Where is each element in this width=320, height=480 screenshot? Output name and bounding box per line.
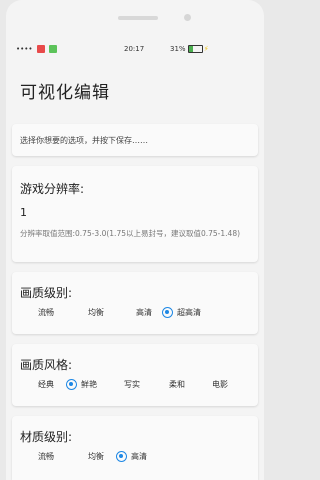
quality-option-hd[interactable]: 高清: [136, 306, 152, 320]
material-radio-selected[interactable]: [116, 451, 127, 462]
style-label: 画质风格:: [20, 358, 73, 372]
quality-label: 画质级别:: [20, 286, 73, 300]
style-option-soft[interactable]: 柔和: [169, 378, 185, 392]
status-left: ••••: [16, 45, 57, 53]
speaker-grille: [118, 16, 158, 20]
material-option-smooth[interactable]: 流畅: [38, 450, 54, 464]
style-radio-selected[interactable]: [66, 379, 77, 390]
sim-icon: [36, 45, 45, 53]
style-option-vivid[interactable]: 鲜艳: [81, 378, 97, 392]
resolution-input[interactable]: 1: [20, 206, 27, 219]
style-option-movie[interactable]: 电影: [212, 378, 228, 392]
material-options: 流畅 均衡 高清: [12, 450, 258, 466]
signal-text: ••••: [16, 45, 33, 53]
status-bar: •••• 20:17 31% ⚡: [6, 42, 264, 58]
style-option-realistic[interactable]: 写实: [124, 378, 140, 392]
charging-icon: ⚡: [203, 45, 209, 53]
battery-percent: 31%: [170, 45, 186, 53]
status-right: 31% ⚡: [170, 45, 209, 53]
quality-option-ultra-hd[interactable]: 超高清: [177, 306, 201, 320]
page-title: 可视化编辑: [20, 83, 110, 103]
style-options: 经典 鲜艳 写实 柔和 电影: [12, 378, 258, 394]
material-option-balanced[interactable]: 均衡: [88, 450, 104, 464]
resolution-card[interactable]: 游戏分辨率: 1 分辨率取值范围:0.75-3.0(1.75以上易封号，建议取值…: [12, 166, 258, 262]
material-option-hd[interactable]: 高清: [131, 450, 147, 464]
hint-text: 选择你想要的选项，并按下保存……: [20, 136, 148, 145]
style-option-classic[interactable]: 经典: [38, 378, 54, 392]
quality-options: 流畅 均衡 高清 超高清: [12, 306, 258, 322]
resolution-description: 分辨率取值范围:0.75-3.0(1.75以上易封号，建议取值0.75-1.48…: [20, 229, 241, 238]
front-camera: [184, 14, 191, 21]
battery-icon: [187, 45, 203, 53]
phone-frame: •••• 20:17 31% ⚡ 可视化编辑 选择你想要的选项，并按下保存…… …: [6, 0, 264, 480]
hint-card: 选择你想要的选项，并按下保存……: [12, 124, 258, 156]
quality-radio-selected[interactable]: [162, 307, 173, 318]
material-card: 材质级别: 流畅 均衡 高清: [12, 416, 258, 480]
wechat-icon: [48, 45, 57, 53]
resolution-label: 游戏分辨率:: [20, 182, 85, 196]
status-time: 20:17: [124, 45, 145, 53]
material-label: 材质级别:: [20, 430, 73, 444]
quality-option-smooth[interactable]: 流畅: [38, 306, 54, 320]
quality-option-balanced[interactable]: 均衡: [88, 306, 104, 320]
quality-card: 画质级别: 流畅 均衡 高清 超高清: [12, 272, 258, 334]
style-card: 画质风格: 经典 鲜艳 写实 柔和 电影: [12, 344, 258, 406]
